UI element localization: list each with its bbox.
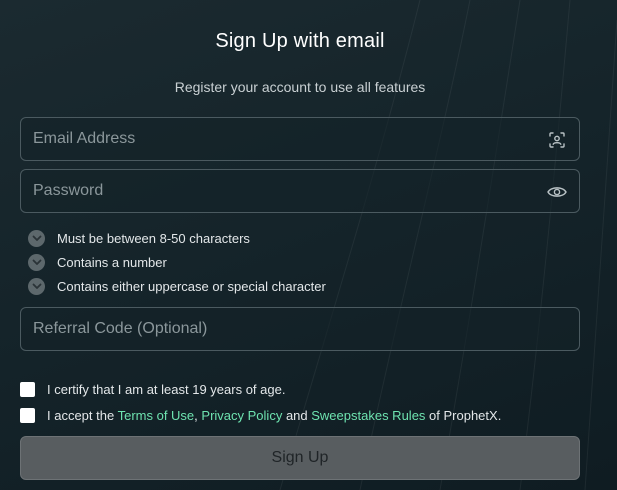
password-rule-label: Must be between 8-50 characters (57, 230, 250, 246)
age-consent-label: I certify that I am at least 19 years of… (47, 382, 286, 397)
page-subtitle: Register your account to use all feature… (174, 79, 426, 95)
email-input[interactable] (21, 118, 579, 160)
check-circle-icon (28, 229, 45, 247)
terms-consent-row: I accept the Terms of Use, Privacy Polic… (20, 408, 501, 423)
sign-up-button[interactable]: Sign Up (20, 436, 580, 480)
check-circle-icon (28, 253, 45, 271)
contact-card-icon[interactable] (547, 130, 567, 150)
email-field-wrapper (20, 117, 580, 161)
referral-field-wrapper (20, 307, 580, 351)
password-rule: Contains either uppercase or special cha… (28, 274, 326, 298)
password-rule: Contains a number (28, 250, 326, 274)
sweepstakes-rules-link[interactable]: Sweepstakes Rules (311, 408, 425, 423)
eye-icon[interactable] (547, 182, 567, 202)
age-consent-checkbox[interactable] (20, 382, 35, 397)
password-field-wrapper (20, 169, 580, 213)
age-consent-row: I certify that I am at least 19 years of… (20, 382, 285, 397)
password-input[interactable] (21, 170, 579, 212)
terms-of-use-link[interactable]: Terms of Use (118, 408, 195, 423)
terms-suffix: of ProphetX. (425, 408, 502, 423)
check-circle-icon (28, 277, 45, 295)
terms-consent-checkbox[interactable] (20, 408, 35, 423)
page-title: Sign Up with email (215, 30, 385, 52)
terms-prefix: I accept the (47, 408, 118, 423)
referral-code-input[interactable] (21, 308, 579, 350)
password-rules-list: Must be between 8-50 characters Contains… (28, 226, 326, 298)
privacy-policy-link[interactable]: Privacy Policy (201, 408, 282, 423)
terms-consent-label: I accept the Terms of Use, Privacy Polic… (47, 408, 501, 423)
password-rule-label: Contains either uppercase or special cha… (57, 278, 326, 294)
password-rule: Must be between 8-50 characters (28, 226, 326, 250)
password-rule-label: Contains a number (57, 254, 167, 270)
terms-separator: and (282, 408, 312, 423)
